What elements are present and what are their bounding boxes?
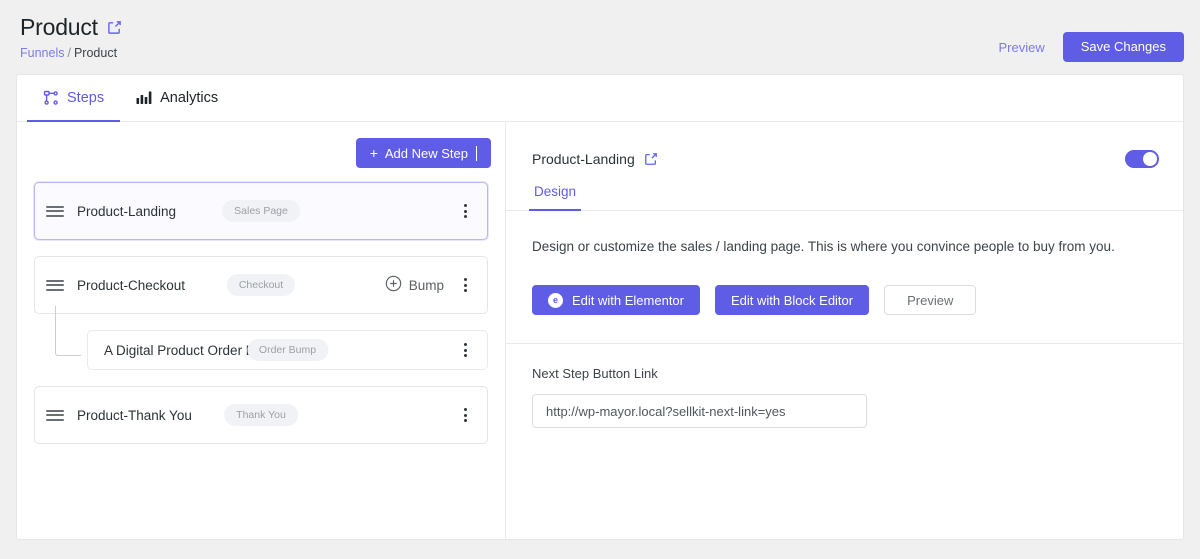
bar-chart-icon: [136, 90, 152, 105]
detail-title: Product-Landing: [532, 151, 635, 167]
step-row-landing[interactable]: Product-Landing Sales Page: [34, 182, 488, 240]
next-step-link-label: Next Step Button Link: [532, 366, 658, 382]
tab-analytics-label: Analytics: [160, 89, 219, 106]
order-bump-menu-icon[interactable]: [458, 340, 473, 360]
steps-panel: + Add New Step Product-Landing Sales Pag…: [17, 122, 506, 539]
status-badge: Checkout: [226, 274, 296, 296]
order-bump-actions: [458, 340, 473, 360]
next-step-link-input[interactable]: [532, 394, 867, 429]
step-actions: [458, 201, 473, 221]
edit-with-elementor-label: Edit with Elementor: [572, 292, 684, 308]
step-detail-panel: Product-Landing Design Design or customi: [506, 122, 1183, 539]
add-new-step-label: Add New Step: [384, 145, 468, 161]
step-row-thank-you[interactable]: Product-Thank You Thank You: [34, 386, 488, 444]
content-columns: + Add New Step Product-Landing Sales Pag…: [17, 122, 1183, 539]
plus-icon: +: [369, 145, 378, 161]
edit-with-block-editor-button[interactable]: Edit with Block Editor: [715, 285, 870, 316]
step-actions: Bump: [385, 275, 473, 295]
step-actions: [458, 405, 473, 425]
page-header: Product Funnels / Product Preview Save Cha…: [0, 0, 1200, 74]
drag-handle-icon[interactable]: [46, 278, 64, 293]
step-name: Product-Landing: [77, 203, 177, 219]
circle-plus-icon: [385, 275, 402, 295]
steps-list: Product-Landing Sales Page Product-Check…: [17, 168, 505, 444]
tab-design[interactable]: Design: [528, 184, 582, 211]
order-bump-row: A Digital Product Order Bump Order Bump: [34, 306, 488, 370]
order-bump-card[interactable]: A Digital Product Order Bump Order Bump: [87, 330, 488, 370]
main-card: Steps Analytics + Add New Step Product-L…: [16, 74, 1184, 540]
flow-nodes-icon: [43, 90, 59, 106]
step-name: Product-Thank You: [77, 407, 192, 423]
edit-with-elementor-button[interactable]: e Edit with Elementor: [532, 285, 700, 316]
add-step-row: + Add New Step: [17, 138, 505, 168]
next-step-link-field: Next Step Button Link: [506, 344, 1183, 429]
add-bump-label: Bump: [408, 277, 444, 293]
status-badge: Order Bump: [246, 339, 329, 361]
detail-header: Product-Landing: [506, 122, 1183, 174]
toggle-knob: [1143, 152, 1157, 166]
drag-handle-icon[interactable]: [46, 408, 64, 423]
breadcrumb-current: Product: [73, 46, 118, 61]
status-badge: Sales Page: [222, 200, 300, 222]
add-new-step-button[interactable]: + Add New Step: [355, 138, 491, 168]
drag-handle-icon[interactable]: [46, 204, 64, 219]
main-tabs: Steps Analytics: [17, 75, 1183, 122]
header-actions: Preview Save Changes: [998, 32, 1184, 62]
detail-description: Design or customize the sales / landing …: [532, 239, 1115, 254]
detail-preview-button[interactable]: Preview: [884, 285, 977, 316]
status-badge: Thank You: [224, 404, 298, 426]
add-bump-button[interactable]: Bump: [385, 275, 444, 295]
edit-square-icon[interactable]: [644, 152, 658, 166]
step-row-checkout[interactable]: Product-Checkout Checkout Bump: [34, 256, 488, 314]
step-menu-icon[interactable]: [458, 275, 473, 295]
step-menu-icon[interactable]: [458, 405, 473, 425]
tab-steps[interactable]: Steps: [27, 75, 121, 122]
tree-connector-icon: [55, 306, 81, 356]
tab-analytics[interactable]: Analytics: [120, 75, 234, 121]
elementor-logo-icon: e: [548, 292, 563, 308]
step-enabled-toggle[interactable]: [1125, 150, 1159, 168]
header-preview-link[interactable]: Preview: [998, 40, 1044, 55]
detail-tabs: Design: [506, 184, 1183, 211]
edit-square-icon[interactable]: [107, 20, 122, 35]
step-menu-icon[interactable]: [458, 201, 473, 221]
detail-actions: e Edit with Elementor Edit with Block Ed…: [506, 257, 1183, 316]
page-title: Product: [20, 14, 98, 40]
save-changes-button[interactable]: Save Changes: [1062, 32, 1184, 62]
breadcrumb-link-funnels[interactable]: Funnels: [20, 46, 64, 60]
tab-steps-label: Steps: [67, 89, 105, 106]
step-name: Product-Checkout: [77, 277, 186, 293]
funnel-editor-page: Product Funnels / Product Preview Save Cha…: [0, 0, 1200, 559]
breadcrumb-separator: /: [67, 46, 71, 61]
text-caret: [476, 145, 477, 161]
